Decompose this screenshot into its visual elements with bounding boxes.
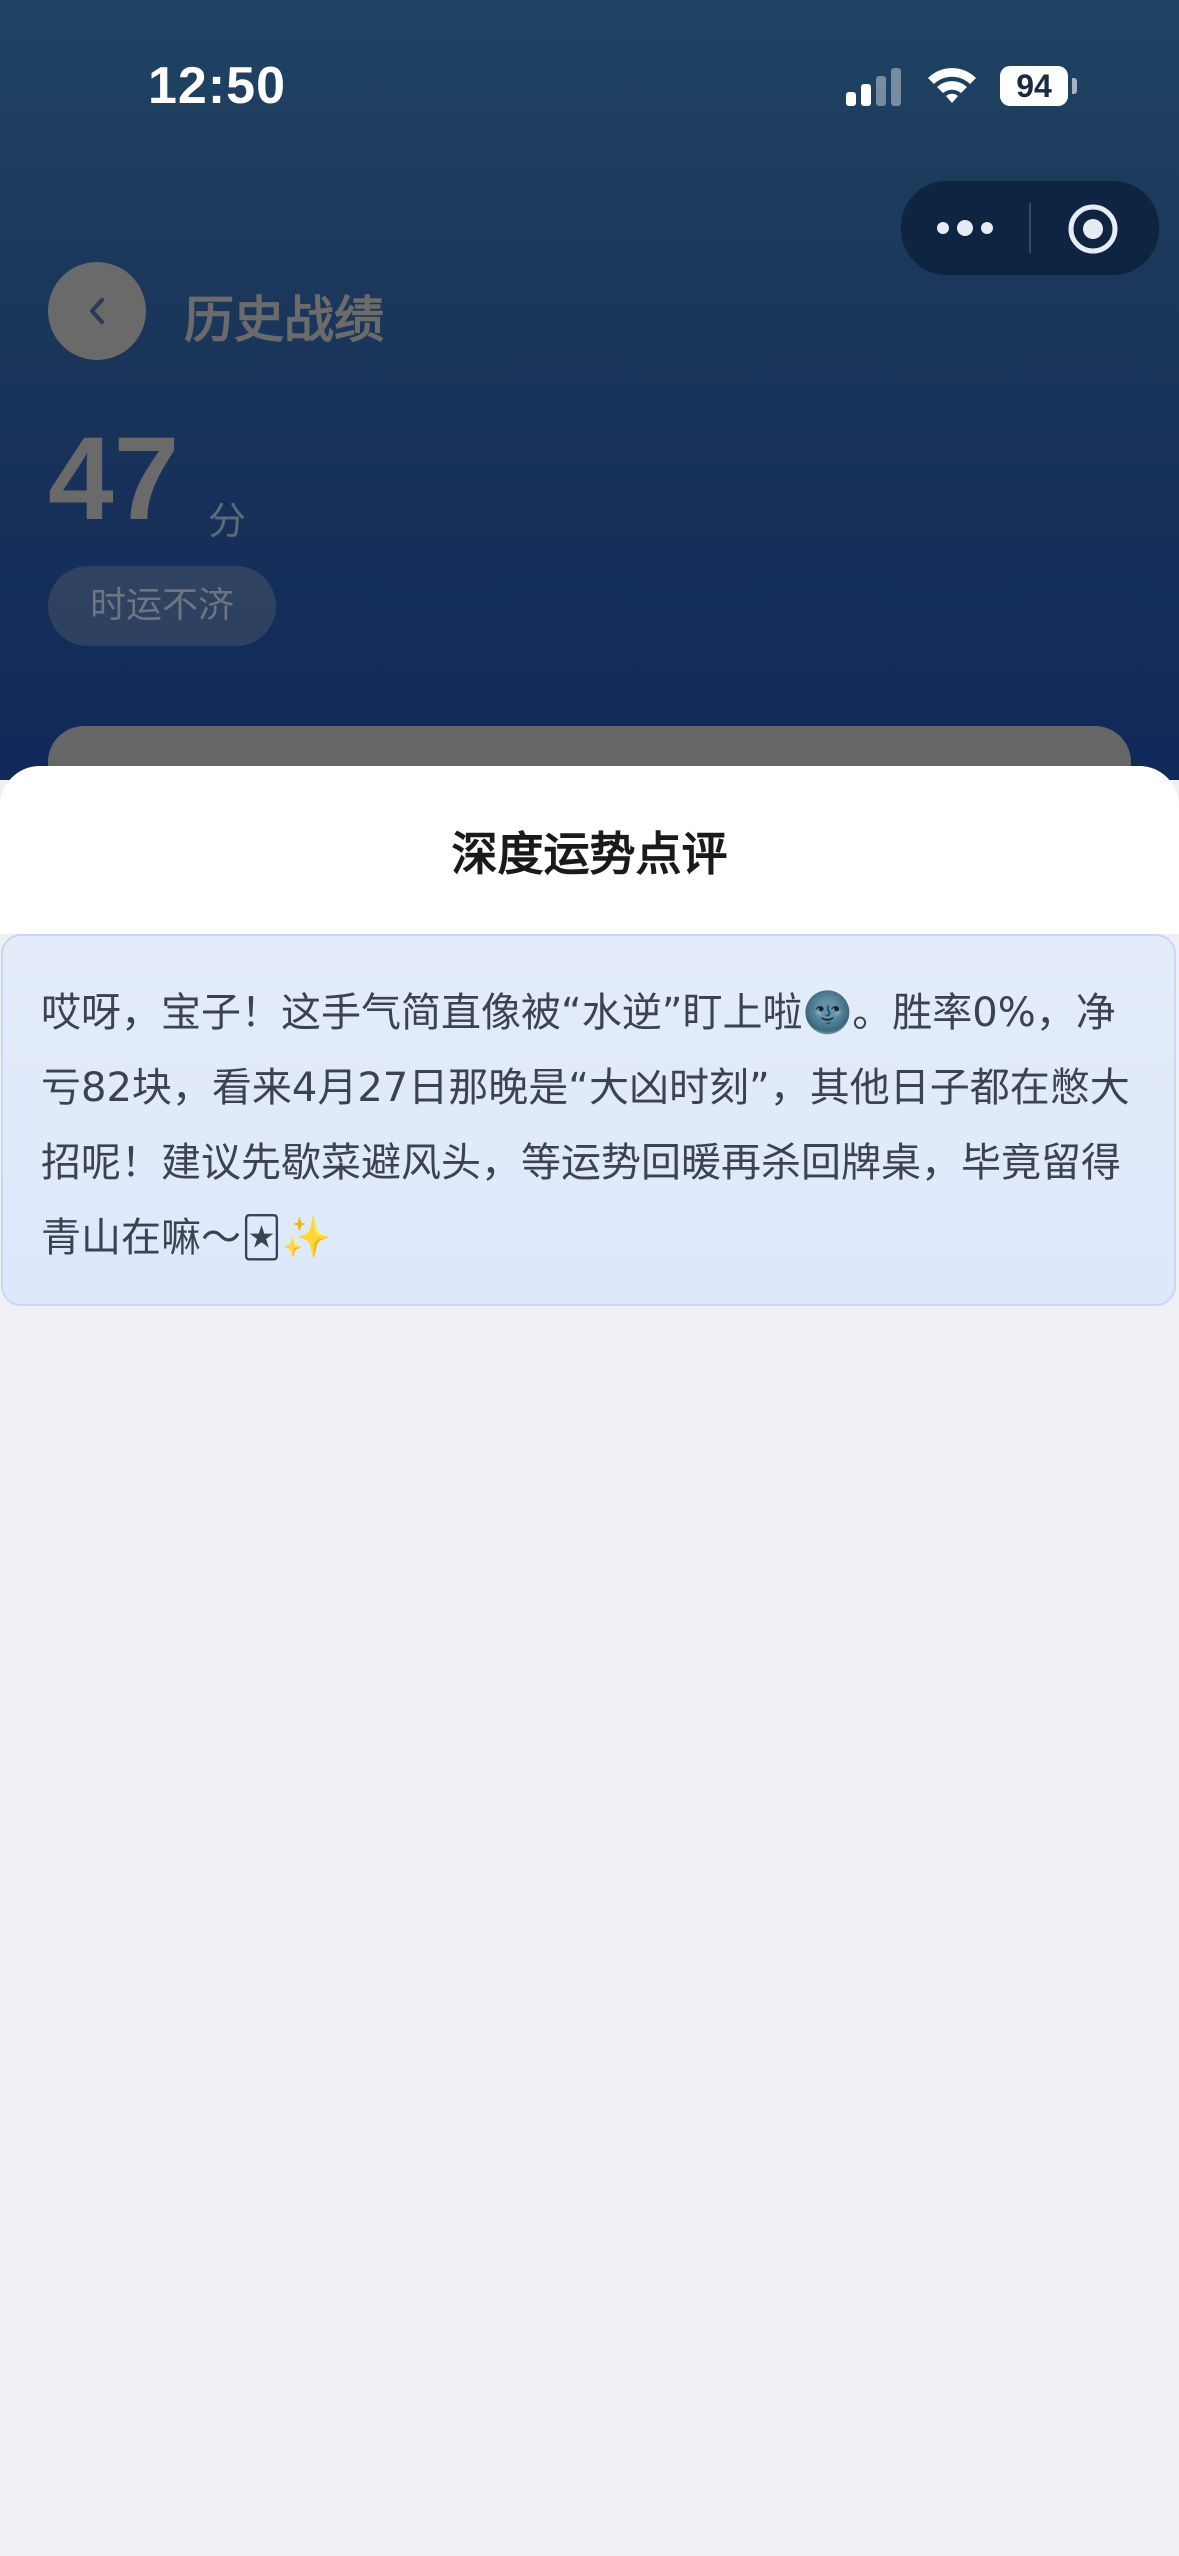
page-title: 历史战绩: [184, 291, 384, 349]
status-time: 12:50: [148, 57, 286, 115]
back-button[interactable]: [48, 262, 146, 360]
sheet-title: 深度运势点评: [451, 827, 728, 881]
signal-icon: [846, 68, 901, 106]
review-bottom-sheet: 深度运势点评 哎呀，宝子！这手气简直像被“水逆”盯上啦🌚。胜率0%，净亏82块，…: [0, 766, 1179, 2556]
fortune-badge: 时运不济: [48, 566, 276, 646]
review-card: 哎呀，宝子！这手气简直像被“水逆”盯上啦🌚。胜率0%，净亏82块，看来4月27日…: [1, 934, 1176, 1306]
chevron-left-icon: [90, 298, 104, 324]
wifi-icon: [928, 68, 976, 103]
close-target-icon[interactable]: [1065, 201, 1121, 257]
score-value: 47: [48, 413, 180, 545]
status-bar: 12:50 94: [0, 0, 1179, 170]
review-text: 哎呀，宝子！这手气简直像被“水逆”盯上啦🌚。胜率0%，净亏82块，看来4月27日…: [41, 990, 1130, 1261]
battery-icon: 94: [1000, 66, 1077, 106]
capsule-divider: [1029, 203, 1031, 253]
more-icon[interactable]: [935, 213, 995, 243]
score-unit: 分: [208, 499, 247, 543]
sheet-header: 深度运势点评: [0, 766, 1179, 934]
battery-level: 94: [1000, 66, 1068, 106]
background-page: 12:50 94 历史战绩 47 分 时运不济: [0, 0, 1179, 806]
miniprogram-capsule: [900, 180, 1160, 276]
battery-tip: [1072, 78, 1077, 94]
